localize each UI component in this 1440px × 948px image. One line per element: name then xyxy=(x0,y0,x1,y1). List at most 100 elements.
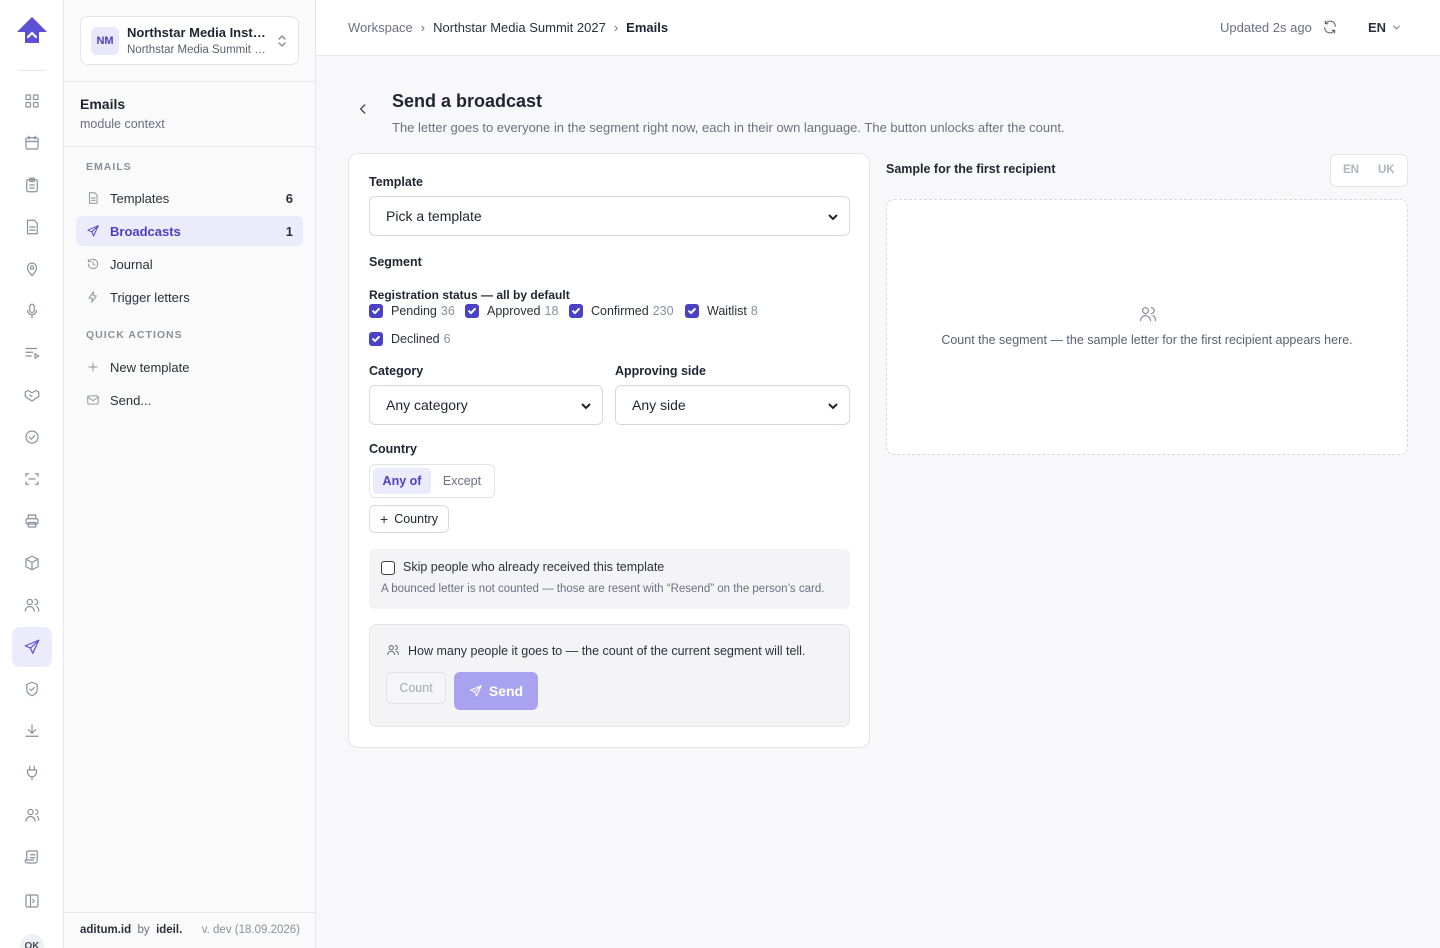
registration-status-label: Registration status — all by default xyxy=(369,288,570,302)
checkbox-checked[interactable] xyxy=(569,304,583,318)
breadcrumb-current: Emails xyxy=(626,20,669,35)
add-country-label: Country xyxy=(394,512,438,526)
sidebar-footer: aditum.id by ideil. v. dev (18.09.2026) xyxy=(64,912,316,948)
clipboard-icon[interactable] xyxy=(12,165,52,205)
quick-action-send[interactable]: Send... xyxy=(76,385,303,415)
plug-icon[interactable] xyxy=(12,753,52,793)
send-icon xyxy=(87,225,99,237)
scan-icon[interactable] xyxy=(12,459,52,499)
segment-label: Segment xyxy=(369,255,422,269)
shield-check-icon[interactable] xyxy=(12,669,52,709)
breadcrumb-workspace[interactable]: Workspace xyxy=(348,20,413,35)
refresh-button[interactable] xyxy=(1322,19,1340,37)
history-icon xyxy=(87,258,99,270)
divider xyxy=(64,81,316,82)
template-select[interactable]: Pick a template xyxy=(369,196,850,236)
sidebar-item-journal[interactable]: Journal xyxy=(76,249,303,279)
check-circle-icon[interactable] xyxy=(12,417,52,457)
add-country-button[interactable]: + Country xyxy=(369,505,449,533)
language-switcher[interactable]: EN xyxy=(1368,20,1401,35)
brand-credit: aditum.id by ideil. xyxy=(80,924,182,936)
skip-checkbox[interactable] xyxy=(381,561,395,575)
org-name: Northstar Media Institute xyxy=(127,25,269,40)
calendar-icon[interactable] xyxy=(12,123,52,163)
back-button[interactable] xyxy=(356,102,376,122)
category-label: Category xyxy=(369,364,424,378)
microphone-icon[interactable] xyxy=(12,291,52,331)
user-group-icon[interactable] xyxy=(12,795,52,835)
sidebar-item-broadcasts[interactable]: Broadcasts 1 xyxy=(76,216,303,246)
module-subtitle: module context xyxy=(80,117,165,131)
org-avatar: NM xyxy=(91,27,119,55)
version-text: v. dev (18.09.2026) xyxy=(201,924,300,936)
users-icon[interactable] xyxy=(12,585,52,625)
status-checkbox-confirmed[interactable]: Confirmed 230 xyxy=(569,304,674,318)
country-mode-any-of[interactable]: Any of xyxy=(373,468,431,494)
status-checkbox-declined[interactable]: Declined 6 xyxy=(369,332,451,346)
status-checkbox-pending[interactable]: Pending 36 xyxy=(369,304,455,318)
approving-side-select-value: Any side xyxy=(632,397,686,413)
send-button[interactable]: Send xyxy=(454,672,538,710)
template-label: Template xyxy=(369,175,423,189)
handshake-icon[interactable] xyxy=(12,375,52,415)
status-count: 18 xyxy=(544,304,559,318)
org-switcher[interactable]: NM Northstar Media Institute Northstar M… xyxy=(80,16,299,65)
country-label: Country xyxy=(369,442,417,456)
preview-lang-en[interactable]: EN xyxy=(1343,164,1359,176)
section-label-quick-actions: QUICK ACTIONS xyxy=(86,329,183,341)
approving-side-select[interactable]: Any side xyxy=(615,385,850,425)
quick-action-new-template[interactable]: New template xyxy=(76,352,303,382)
chevron-down-icon xyxy=(1393,25,1400,30)
checkbox-checked[interactable] xyxy=(369,304,383,318)
map-pin-icon[interactable] xyxy=(12,249,52,289)
breadcrumb: Workspace › Northstar Media Summit 2027 … xyxy=(348,20,668,35)
send-button-label: Send xyxy=(488,683,524,699)
checkbox-checked[interactable] xyxy=(685,304,699,318)
checkbox-checked[interactable] xyxy=(369,332,383,346)
playlist-icon[interactable] xyxy=(12,333,52,373)
maker-name[interactable]: ideil. xyxy=(156,924,182,936)
sidebar-item-templates[interactable]: Templates 6 xyxy=(76,183,303,213)
skip-label[interactable]: Skip people who already received this te… xyxy=(403,560,664,574)
chevron-down-icon xyxy=(827,399,839,411)
preview-lang-uk[interactable]: UK xyxy=(1378,164,1395,176)
package-icon[interactable] xyxy=(12,543,52,583)
event-name: Northstar Media Summit 2027 xyxy=(127,44,269,56)
collapse-sidebar-icon[interactable] xyxy=(12,881,52,921)
approving-side-label: Approving side xyxy=(615,364,706,378)
breadcrumb-event[interactable]: Northstar Media Summit 2027 xyxy=(433,20,606,35)
status-count: 6 xyxy=(443,332,451,346)
module-title: Emails xyxy=(80,96,126,112)
plus-icon: + xyxy=(380,511,389,527)
file-text-icon[interactable] xyxy=(12,207,52,247)
checkbox-checked[interactable] xyxy=(465,304,479,318)
status-count: 230 xyxy=(652,304,674,318)
document-icon xyxy=(89,192,98,204)
printer-icon[interactable] xyxy=(12,501,52,541)
topbar: Workspace › Northstar Media Summit 2027 … xyxy=(316,0,1440,56)
scroll-icon[interactable] xyxy=(12,837,52,877)
bolt-icon xyxy=(88,291,97,303)
count-button[interactable]: Count xyxy=(386,672,446,704)
preview-empty-text: Count the segment — the sample letter fo… xyxy=(941,333,1353,347)
skip-option-box: Skip people who already received this te… xyxy=(369,549,850,609)
sidebar-item-trigger-letters[interactable]: Trigger letters xyxy=(76,282,303,312)
chevron-left-icon xyxy=(360,104,366,114)
by-text: by xyxy=(137,924,150,936)
category-select[interactable]: Any category xyxy=(369,385,603,425)
user-avatar[interactable]: OK xyxy=(20,934,44,948)
send-icon[interactable] xyxy=(12,627,52,667)
count-hint: How many people it goes to — the count o… xyxy=(408,644,806,658)
download-icon[interactable] xyxy=(12,711,52,751)
dashboard-icon[interactable] xyxy=(12,81,52,121)
brand-name[interactable]: aditum.id xyxy=(80,924,131,936)
section-label-emails: EMAILS xyxy=(86,161,132,173)
status-checkbox-waitlist[interactable]: Waitlist 8 xyxy=(685,304,758,318)
status-checkbox-approved[interactable]: Approved 18 xyxy=(465,304,558,318)
module-sidebar: NM Northstar Media Institute Northstar M… xyxy=(64,0,316,948)
preview-title: Sample for the first recipient xyxy=(886,162,1056,176)
country-mode-except[interactable]: Except xyxy=(434,468,490,494)
chevron-down-icon xyxy=(827,210,839,222)
logo-icon[interactable] xyxy=(16,16,48,44)
sidebar-item-count: 6 xyxy=(285,190,293,206)
